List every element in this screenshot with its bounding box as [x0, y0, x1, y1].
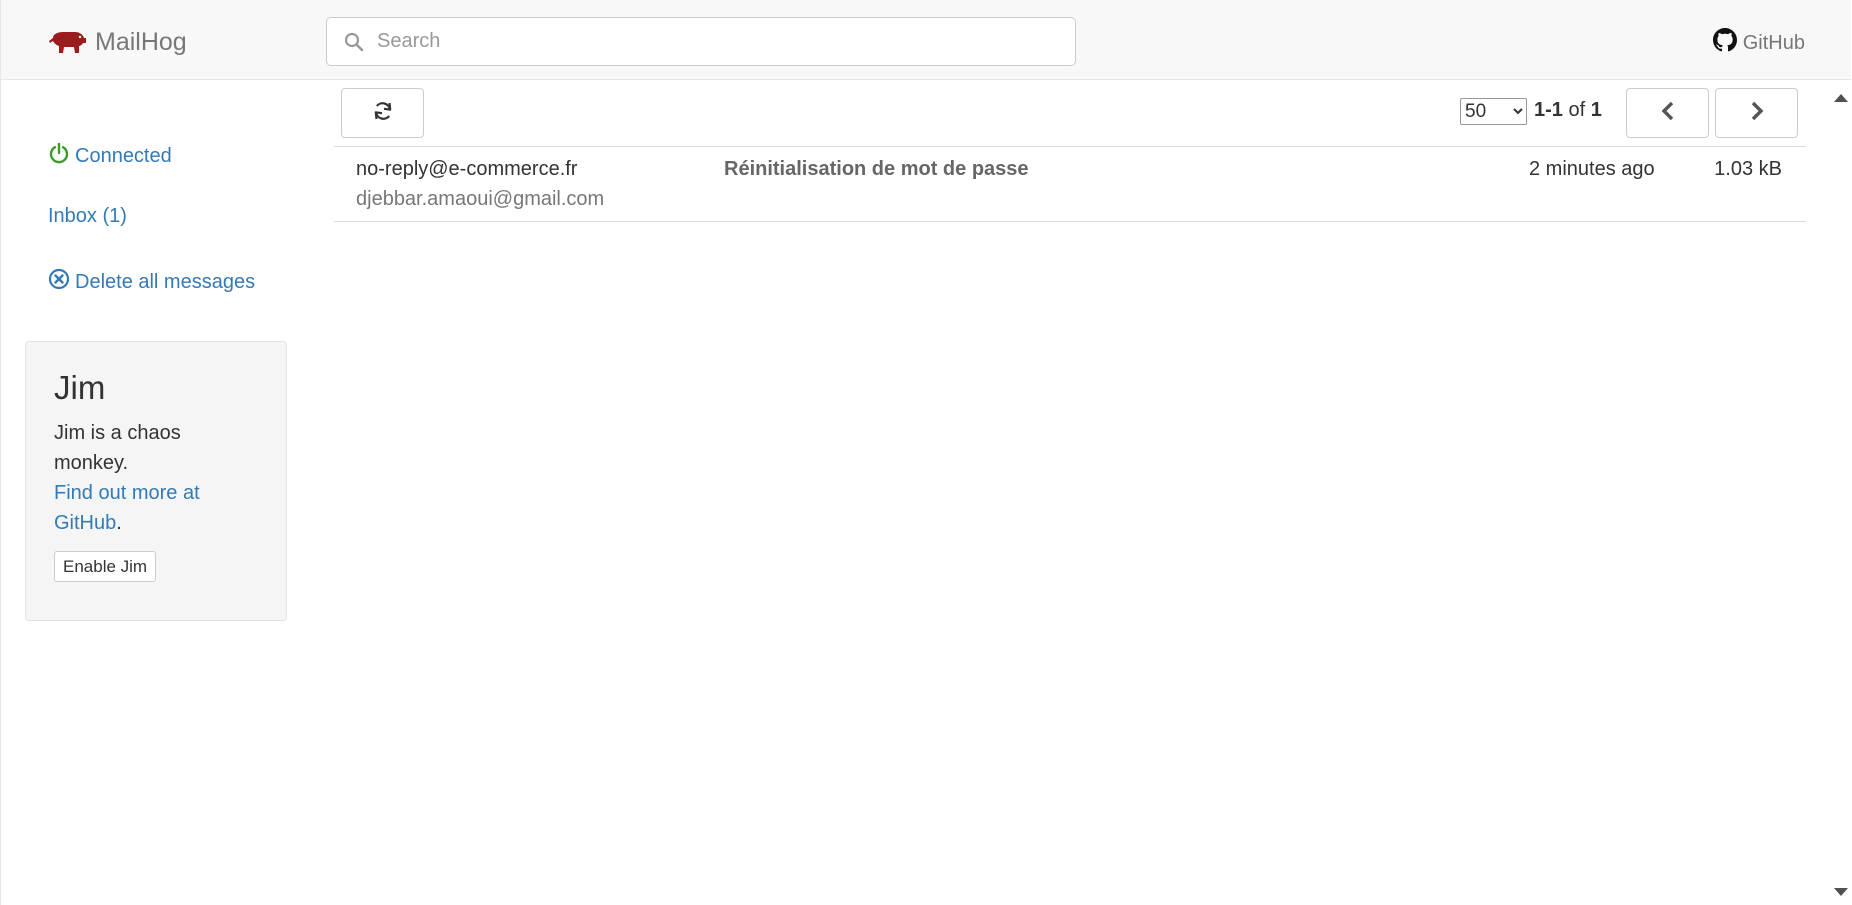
refresh-button[interactable] [341, 88, 424, 138]
pagination-of: of [1568, 99, 1586, 121]
page-scrollbar[interactable] [1830, 80, 1850, 905]
message-size: 1.03 kB [1714, 158, 1782, 180]
navbar: MailHog GitHub [1, 0, 1851, 80]
connection-status[interactable]: Connected [48, 142, 172, 170]
previous-page-button[interactable] [1626, 88, 1709, 138]
refresh-icon [371, 99, 395, 128]
jim-title: Jim [54, 369, 106, 406]
pagination-total: 1 [1590, 99, 1602, 121]
message-list: no-reply@e-commerce.fr djebbar.amaoui@gm… [334, 146, 1806, 222]
jim-description: Jim is a chaos monkey. [54, 422, 181, 474]
github-link[interactable]: GitHub [1712, 28, 1805, 58]
jim-github-link[interactable]: Find out more at GitHub [54, 482, 200, 534]
search-input[interactable] [375, 20, 1059, 63]
message-row[interactable]: no-reply@e-commerce.fr djebbar.amaoui@gm… [334, 147, 1806, 222]
pagination-range: 1-1 [1534, 99, 1563, 121]
jim-description-block: Jim is a chaos monkey. Find out more at … [54, 418, 258, 538]
chevron-right-icon [1749, 101, 1765, 126]
enable-jim-button[interactable]: Enable Jim [54, 551, 157, 582]
chevron-left-icon [1660, 101, 1676, 126]
pig-logo-icon [49, 29, 87, 55]
brand[interactable]: MailHog [49, 24, 187, 60]
message-to: djebbar.amaoui@gmail.com [356, 188, 605, 210]
jim-panel: Jim Jim is a chaos monkey. Find out more… [25, 341, 287, 621]
github-label: GitHub [1742, 31, 1805, 54]
delete-all-label: Delete all messages [75, 270, 256, 293]
per-page-select[interactable]: 102050100250 [1460, 98, 1527, 125]
scroll-down-arrow-icon[interactable] [1834, 888, 1848, 896]
mailhog-page: MailHog GitHub [0, 0, 1851, 905]
github-icon [1712, 28, 1737, 58]
message-from: no-reply@e-commerce.fr [356, 158, 578, 180]
inbox-label: Inbox (1) [48, 205, 127, 227]
search-icon [343, 31, 365, 53]
jim-link-suffix: . [116, 512, 122, 534]
message-subject: Réinitialisation de mot de passe [724, 158, 1029, 180]
search-box[interactable] [326, 17, 1076, 66]
connection-label: Connected [75, 144, 172, 167]
power-icon [48, 142, 70, 170]
brand-name: MailHog [95, 27, 187, 56]
delete-all-messages-link[interactable]: Delete all messages [48, 268, 255, 296]
pagination-status: 1-1 of 1 [1534, 99, 1602, 122]
scroll-up-arrow-icon[interactable] [1834, 94, 1848, 102]
sidebar-item-inbox[interactable]: Inbox (1) [48, 205, 127, 228]
circle-x-icon [48, 268, 70, 296]
next-page-button[interactable] [1715, 88, 1798, 138]
message-time: 2 minutes ago [1529, 158, 1655, 180]
